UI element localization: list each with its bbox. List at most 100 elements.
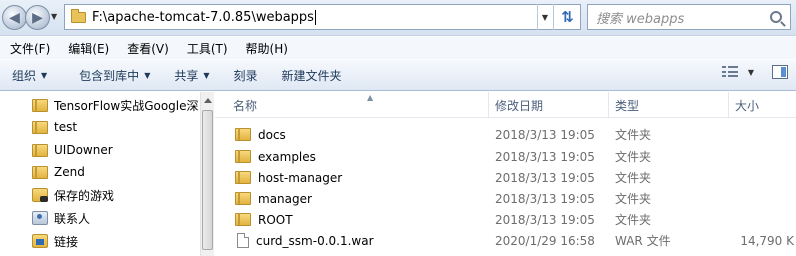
folder-icon <box>32 120 48 134</box>
column-header-date[interactable]: 修改日期 <box>489 92 609 118</box>
include-in-library-label: 包含到库中 <box>79 68 140 83</box>
column-header-row: 名称 ▲ 修改日期 类型 大小 <box>215 92 796 118</box>
navigation-scrollbar[interactable] <box>200 92 214 256</box>
burn-label: 刻录 <box>233 68 258 83</box>
file-date: 2018/3/13 19:05 <box>495 149 595 164</box>
search-placeholder: 搜索 webapps <box>596 11 685 27</box>
share-label: 共享 <box>174 68 199 83</box>
menu-edit[interactable]: 编辑(E) <box>62 40 115 57</box>
file-type: WAR 文件 <box>615 234 671 248</box>
file-date: 2018/3/13 19:05 <box>495 170 595 185</box>
view-dropdown-icon[interactable]: ▼ <box>748 68 754 77</box>
command-bar: 组织 ▼ 包含到库中 ▼ 共享 ▼ 刻录 新建文件夹 ▼ <box>0 59 796 91</box>
file-name: docs <box>258 127 286 142</box>
sort-ascending-icon: ▲ <box>367 93 374 102</box>
file-row[interactable]: ROOT 2018/3/13 19:05 文件夹 <box>227 209 796 230</box>
menu-tools[interactable]: 工具(T) <box>181 40 234 57</box>
file-name: curd_ssm-0.0.1.war <box>256 233 374 248</box>
address-toolbar: ◀ ▶ ▼ F:\apache-tomcat-7.0.85\webapps ▼ … <box>0 0 796 36</box>
new-folder-label: 新建文件夹 <box>281 68 342 83</box>
nav-item-label: 保存的游戏 <box>54 188 115 203</box>
column-header-type[interactable]: 类型 <box>609 92 729 118</box>
organize-button[interactable]: 组织 ▼ <box>0 67 59 84</box>
search-icon[interactable] <box>770 11 782 23</box>
file-type: 文件夹 <box>615 171 652 185</box>
forward-arrow-icon: ▶ <box>32 9 43 26</box>
file-name: ROOT <box>258 212 293 227</box>
forward-button[interactable]: ▶ <box>25 5 50 30</box>
folder-icon <box>235 171 251 184</box>
nav-item-label: UIDowner <box>54 143 113 157</box>
file-name: manager <box>258 191 312 206</box>
chevron-down-icon: ▼ <box>41 70 48 80</box>
text-caret <box>314 9 316 25</box>
include-in-library-button[interactable]: 包含到库中 ▼ <box>67 67 162 84</box>
menu-view[interactable]: 查看(V) <box>121 40 175 57</box>
nav-item-test[interactable]: test <box>32 116 200 138</box>
share-button[interactable]: 共享 ▼ <box>162 67 221 84</box>
new-folder-button[interactable]: 新建文件夹 <box>270 67 354 84</box>
file-type: 文件夹 <box>615 150 652 164</box>
nav-item-saved-games[interactable]: 保存的游戏 <box>32 184 200 206</box>
file-size: 14,790 K <box>740 233 794 248</box>
column-header-name-label: 名称 <box>233 98 258 113</box>
address-bar[interactable]: F:\apache-tomcat-7.0.85\webapps <box>64 4 581 30</box>
folder-icon <box>235 128 251 141</box>
file-row[interactable]: docs 2018/3/13 19:05 文件夹 <box>227 124 796 145</box>
menu-bar: 文件(F) 编辑(E) 查看(V) 工具(T) 帮助(H) <box>0 37 796 59</box>
nav-item-links[interactable]: 链接 <box>32 230 200 252</box>
address-path[interactable]: F:\apache-tomcat-7.0.85\webapps <box>92 10 314 25</box>
file-row[interactable]: host-manager 2018/3/13 19:05 文件夹 <box>227 167 796 188</box>
folder-icon <box>71 8 86 23</box>
burn-button[interactable]: 刻录 <box>222 67 270 84</box>
file-list: 名称 ▲ 修改日期 类型 大小 docs 2018/3/13 19:05 文件夹 … <box>215 92 796 256</box>
refresh-icon[interactable]: ⇅ <box>553 4 581 30</box>
folder-icon <box>235 213 251 226</box>
folder-icon <box>235 192 251 205</box>
file-row[interactable]: manager 2018/3/13 19:05 文件夹 <box>227 188 796 209</box>
nav-item-label: 联系人 <box>54 211 91 226</box>
view-controls: ▼ <box>721 65 788 79</box>
links-icon <box>32 234 48 248</box>
address-history-dropdown-icon[interactable]: ▼ <box>537 4 552 30</box>
saved-games-icon <box>32 188 48 202</box>
organize-label: 组织 <box>12 68 37 83</box>
column-header-type-label: 类型 <box>615 98 640 113</box>
file-type: 文件夹 <box>615 128 652 142</box>
file-row[interactable]: curd_ssm-0.0.1.war 2020/1/29 16:58 WAR 文… <box>227 230 796 251</box>
file-date: 2020/1/29 16:58 <box>495 233 595 248</box>
back-arrow-icon: ◀ <box>9 9 20 26</box>
folder-icon <box>32 165 48 179</box>
folder-icon <box>235 150 251 163</box>
folder-icon <box>32 143 48 157</box>
column-header-size-label: 大小 <box>735 98 760 113</box>
nav-item-zend[interactable]: Zend <box>32 161 200 183</box>
nav-item-label: 链接 <box>54 234 79 249</box>
nav-item-tensorflow[interactable]: TensorFlow实战Google深 <box>32 94 200 116</box>
nav-item-uidowner[interactable]: UIDowner <box>32 139 200 161</box>
menu-help[interactable]: 帮助(H) <box>240 40 294 57</box>
scrollbar-thumb[interactable] <box>202 110 213 250</box>
recent-pages-dropdown-icon[interactable]: ▼ <box>51 12 57 21</box>
menu-file[interactable]: 文件(F) <box>4 40 56 57</box>
column-header-size[interactable]: 大小 <box>729 92 796 118</box>
nav-item-label: Zend <box>54 165 85 179</box>
contacts-icon <box>32 211 48 225</box>
file-name: examples <box>258 149 316 164</box>
file-type: 文件夹 <box>615 213 652 227</box>
file-row[interactable]: examples 2018/3/13 19:05 文件夹 <box>227 146 796 167</box>
nav-item-contacts[interactable]: 联系人 <box>32 207 200 229</box>
nav-item-label: TensorFlow实战Google深 <box>54 98 199 113</box>
search-input[interactable]: 搜索 webapps <box>587 4 791 30</box>
file-date: 2018/3/13 19:05 <box>495 127 595 142</box>
nav-item-label: test <box>54 120 78 134</box>
file-icon <box>237 233 249 248</box>
back-button[interactable]: ◀ <box>2 5 27 30</box>
preview-pane-icon[interactable] <box>772 65 788 79</box>
folder-icon <box>32 98 48 112</box>
column-header-name[interactable]: 名称 ▲ <box>227 92 489 118</box>
view-options-icon[interactable] <box>721 66 738 78</box>
scroll-up-arrow-icon[interactable] <box>204 98 212 103</box>
column-header-date-label: 修改日期 <box>495 98 544 113</box>
file-date: 2018/3/13 19:05 <box>495 191 595 206</box>
